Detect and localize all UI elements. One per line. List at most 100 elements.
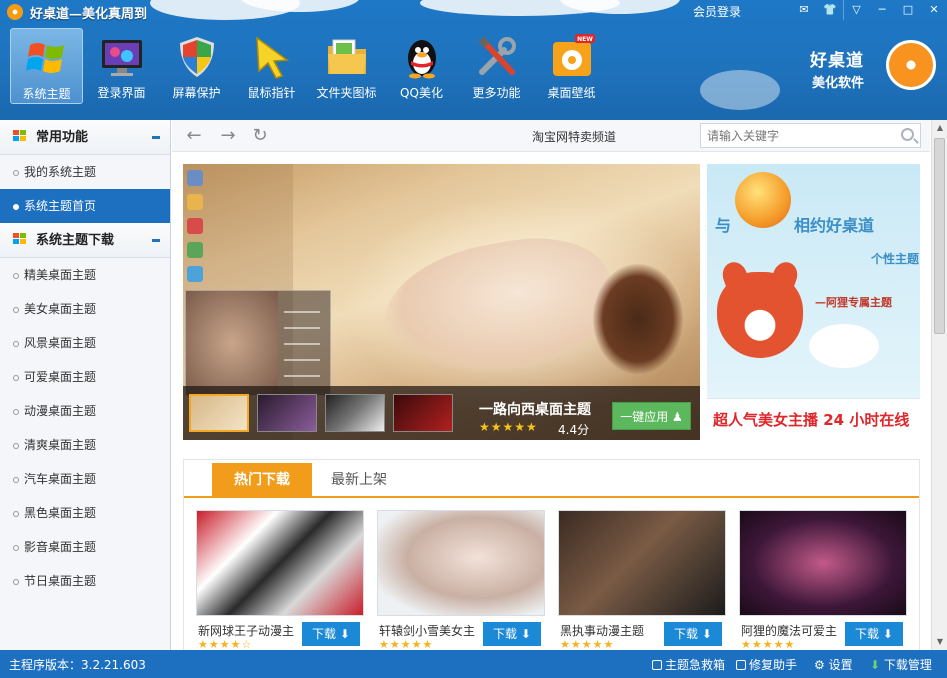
download-button[interactable]: 下载 ⬇ [483, 622, 541, 646]
theme-thumbnail[interactable] [325, 394, 385, 432]
theme-card[interactable]: 阿狸的魔法可爱主 ★★★★★ 下载 ⬇ [739, 510, 907, 650]
user-icon: ♟ [672, 410, 683, 424]
menu-line [284, 343, 320, 345]
nav-label: 鼠标指针 [247, 86, 296, 100]
collapse-icon[interactable] [152, 136, 160, 139]
nav-label: 更多功能 [472, 86, 521, 100]
download-manager-link[interactable]: ⬇ 下载管理 [870, 656, 932, 673]
theme-thumbnail[interactable] [189, 394, 249, 432]
menu-button[interactable]: ▽ [843, 0, 869, 20]
scroll-down-icon[interactable]: ▼ [932, 634, 947, 650]
collapse-icon[interactable] [152, 239, 160, 242]
theme-emergency-link[interactable]: 主题急救箱 [652, 656, 725, 673]
rating-stars: ★★★★☆ [198, 638, 253, 650]
sidebar-item-my-themes[interactable]: 我的系统主题 [0, 155, 170, 189]
nav-system-theme[interactable]: 系统主题 [10, 28, 83, 104]
sidebar-item-category[interactable]: 黑色桌面主题 [0, 496, 170, 530]
repair-assistant-link[interactable]: 修复助手 [736, 656, 797, 673]
live-stream-ad[interactable]: 超人气美女主播 24 小时在线 [707, 398, 920, 440]
search-input[interactable] [701, 124, 891, 147]
sidebar-item-category[interactable]: 精美桌面主题 [0, 258, 170, 292]
nav-desktop-wallpaper[interactable]: NEW 桌面壁纸 [535, 28, 608, 104]
menu-line [284, 327, 320, 329]
status-label: 修复助手 [749, 658, 798, 672]
scroll-up-icon[interactable]: ▲ [932, 120, 947, 136]
download-label: 下载 [674, 627, 699, 641]
folder-icon [324, 34, 370, 80]
tab-hot-downloads[interactable]: 热门下载 [212, 463, 312, 497]
rating-stars: ★★★★★ [560, 638, 615, 650]
rating-stars: ★★★★★ [741, 638, 796, 650]
forward-arrow-icon[interactable]: → [218, 126, 238, 146]
desktop-icon [187, 242, 203, 258]
desktop-icon [187, 194, 203, 210]
app-logo-icon [7, 4, 23, 20]
nav-label: 登录界面 [97, 86, 146, 100]
app-title: 好桌道—美化真周到 [30, 7, 148, 22]
nav-screensaver[interactable]: 屏幕保护 [160, 28, 233, 104]
sidebar-item-category[interactable]: 节日桌面主题 [0, 564, 170, 598]
shield-icon [174, 34, 220, 80]
download-arrow-icon: ⬇ [339, 627, 350, 641]
sidebar-section-common[interactable]: 常用功能 [0, 120, 170, 155]
sidebar-section-downloads[interactable]: 系统主题下载 [0, 223, 170, 258]
theme-card[interactable]: 轩辕剑小雪美女主 ★★★★★ 下载 ⬇ [377, 510, 545, 650]
member-login-link[interactable]: 会员登录 [693, 3, 741, 20]
theme-card[interactable]: 黑执事动漫主题 ★★★★★ 下载 ⬇ [558, 510, 726, 650]
windows-flag-icon [12, 225, 28, 244]
theme-thumbnail [377, 510, 545, 616]
refresh-icon[interactable]: ↻ [250, 126, 270, 146]
minimize-button[interactable]: ─ [869, 0, 895, 20]
featured-theme-banner[interactable]: 一路向西桌面主题 ★★★★★ 4.4分 一键应用 ♟ [183, 164, 700, 440]
nav-mouse-cursor[interactable]: 鼠标指针 [235, 28, 308, 104]
theme-thumbnail[interactable] [257, 394, 317, 432]
download-button[interactable]: 下载 ⬇ [302, 622, 360, 646]
download-label: 下载 [855, 627, 880, 641]
sidebar-item-category[interactable]: 影音桌面主题 [0, 530, 170, 564]
ali-theme-ad[interactable]: 与 相约好桌道 个性主题 —阿狸专属主题 超人气美女主播 24 小时在线 [707, 164, 920, 440]
back-arrow-icon[interactable]: ← [184, 126, 204, 146]
scroll-thumb[interactable] [934, 138, 945, 334]
message-icon[interactable]: ✉ [791, 0, 817, 20]
toolbox-icon [652, 660, 662, 670]
nav-qq-beautify[interactable]: QQ美化 [385, 28, 458, 104]
theme-card[interactable]: 新网球王子动漫主 ★★★★☆ 下载 ⬇ [196, 510, 364, 650]
nav-login-screen[interactable]: 登录界面 [85, 28, 158, 104]
download-button[interactable]: 下载 ⬇ [664, 622, 722, 646]
close-button[interactable]: ✕ [921, 0, 947, 20]
sidebar-item-category[interactable]: 风景桌面主题 [0, 326, 170, 360]
apply-theme-button[interactable]: 一键应用 ♟ [612, 402, 691, 430]
download-arrow-icon: ⬇ [520, 627, 531, 641]
page-title: 淘宝网特卖频道 [532, 130, 617, 144]
settings-link[interactable]: ⚙ 设置 [814, 656, 853, 673]
vertical-scrollbar[interactable]: ▲ ▼ [931, 120, 947, 650]
theme-list: 热门下载 最新上架 新网球王子动漫主 ★★★★☆ 下载 ⬇ 轩辕剑小雪美女主 ★… [183, 459, 920, 650]
gear-icon: ⚙ [814, 658, 825, 672]
version-label: 主程序版本：3.2.21.603 [9, 658, 146, 672]
sidebar-item-category[interactable]: 动漫桌面主题 [0, 394, 170, 428]
sidebar-item-category[interactable]: 汽车桌面主题 [0, 462, 170, 496]
windows-flag-icon [12, 122, 28, 141]
nav-more-features[interactable]: 更多功能 [460, 28, 533, 104]
maximize-button[interactable]: □ [895, 0, 921, 20]
theme-name: 黑执事动漫主题 [560, 624, 645, 638]
download-label: 下载 [493, 627, 518, 641]
theme-thumbnail [196, 510, 364, 616]
browser-toolbar: ← → ↻ 淘宝网特卖频道 [172, 120, 930, 152]
theme-thumbnail[interactable] [393, 394, 453, 432]
brand-name: 好桌道 [810, 51, 864, 71]
theme-thumbnail [739, 510, 907, 616]
rating-score: 4.4分 [558, 423, 590, 437]
sidebar-item-category[interactable]: 美女桌面主题 [0, 292, 170, 326]
sidebar-item-theme-home[interactable]: 系统主题首页 [0, 189, 170, 223]
sidebar-item-category[interactable]: 可爱桌面主题 [0, 360, 170, 394]
download-button[interactable]: 下载 ⬇ [845, 622, 903, 646]
tab-newest[interactable]: 最新上架 [324, 463, 394, 497]
download-icon: ⬇ [870, 658, 881, 672]
sidebar-item-category[interactable]: 清爽桌面主题 [0, 428, 170, 462]
sidebar: 常用功能 我的系统主题 系统主题首页 系统主题下载 精美桌面主题 美女桌面主题 … [0, 120, 171, 650]
ad-text: 个性主题 [871, 252, 920, 266]
nav-folder-icon[interactable]: 文件夹图标 [310, 28, 383, 104]
search-icon[interactable] [901, 128, 914, 141]
skin-icon[interactable]: 👕 [817, 0, 843, 20]
